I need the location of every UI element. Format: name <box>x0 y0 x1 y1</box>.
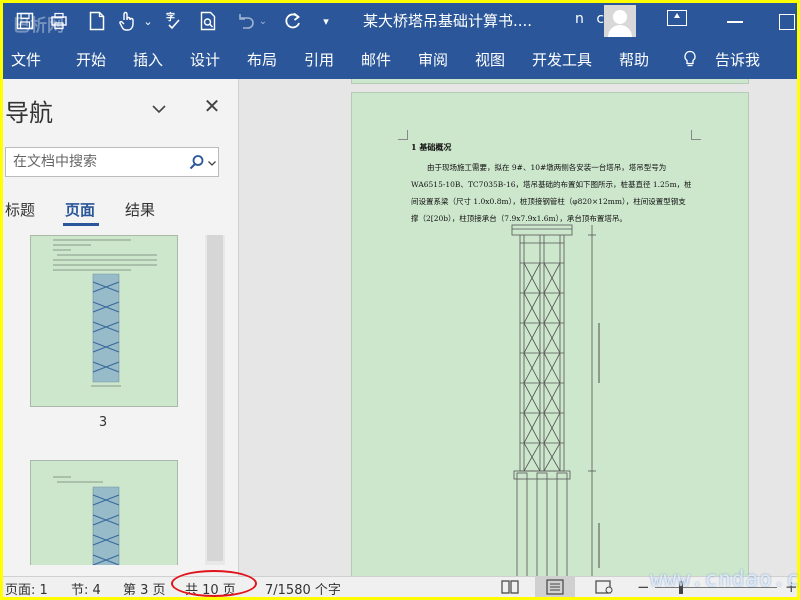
print-layout-icon <box>546 579 564 595</box>
tab-home[interactable]: 开始 <box>76 49 106 70</box>
status-page-of[interactable]: 第 3 页 <box>123 579 166 597</box>
page-thumbnail[interactable] <box>30 235 178 407</box>
tab-file[interactable]: 文件 <box>11 49 41 70</box>
status-word-count[interactable]: 7/1580 个字 <box>265 579 341 597</box>
redo-icon[interactable] <box>281 7 305 35</box>
tab-layout[interactable]: 布局 <box>247 49 277 70</box>
read-mode-icon[interactable] <box>501 580 519 594</box>
scrollbar-thumb[interactable] <box>207 235 223 561</box>
customize-toolbar-icon[interactable]: ▾ <box>319 7 333 35</box>
find-document-icon[interactable] <box>197 7 221 35</box>
word-window: ⌄ 字 ⌄ ▾ 巴析网 某大桥塔吊基础计算书.... n c 文件 开始 插入 … <box>3 3 797 597</box>
spelling-check-icon[interactable]: 字 <box>163 7 189 35</box>
paragraph-line: WA6515-10B、TC7035B-16，塔吊基础的布置如下图所示，桩基直径 … <box>411 180 691 189</box>
avatar[interactable] <box>604 5 636 37</box>
print-layout-button[interactable] <box>535 577 575 597</box>
nav-tab-headings[interactable]: 标题 <box>5 199 35 220</box>
touch-mode-icon[interactable] <box>115 7 139 35</box>
tab-help[interactable]: 帮助 <box>619 49 649 70</box>
nav-scrollbar[interactable] <box>205 235 225 565</box>
crop-mark <box>691 130 701 140</box>
new-document-icon[interactable] <box>85 7 109 35</box>
nav-tab-pages[interactable]: 页面 <box>65 199 95 220</box>
svg-text:字: 字 <box>166 11 175 22</box>
tab-review[interactable]: 审阅 <box>418 49 448 70</box>
tab-design[interactable]: 设计 <box>190 49 220 70</box>
section-heading: 1 基础概况 <box>411 142 452 152</box>
tell-me-search[interactable]: 告诉我 <box>715 49 760 70</box>
search-input[interactable] <box>6 148 184 176</box>
chevron-down-icon[interactable] <box>151 101 167 117</box>
tab-view[interactable]: 视图 <box>475 49 505 70</box>
paragraph-line: 由于现场施工需要，拟在 9#、10#墩两侧各安装一台塔吊，塔吊型号为 <box>427 163 667 172</box>
undo-dropdown-icon[interactable]: ⌄ <box>257 7 269 35</box>
undo-icon[interactable] <box>233 7 257 35</box>
nav-pane-title: 导航 <box>5 99 53 127</box>
page-thumbnails: 3 <box>3 235 205 565</box>
status-page[interactable]: 页面: 1 <box>5 579 48 597</box>
tab-references[interactable]: 引用 <box>304 49 334 70</box>
tab-developer[interactable]: 开发工具 <box>532 49 592 70</box>
nav-tab-results[interactable]: 结果 <box>125 199 155 220</box>
page-thumbnail[interactable] <box>30 460 178 565</box>
tab-mailings[interactable]: 邮件 <box>361 49 391 70</box>
zoom-out-button[interactable]: − <box>637 578 650 596</box>
ribbon-tab-bar: 文件 开始 插入 设计 布局 引用 邮件 审阅 视图 开发工具 帮助 告诉我 <box>3 39 797 79</box>
title-bar: ⌄ 字 ⌄ ▾ 巴析网 某大桥塔吊基础计算书.... n c <box>3 3 797 39</box>
nav-search-box[interactable] <box>5 147 219 177</box>
close-icon[interactable]: ✕ <box>203 96 221 116</box>
document-page[interactable]: 1 基础概况 由于现场施工需要，拟在 9#、10#墩两侧各安装一台塔吊，塔吊型号… <box>351 92 749 576</box>
previous-page-edge <box>351 79 749 84</box>
site-watermark: www.cndao.com <box>650 567 800 591</box>
navigation-pane: 导航 ✕ 标题 页面 结果 <box>3 79 239 576</box>
tower-crane-foundation-drawing <box>511 224 600 576</box>
ribbon-display-options-icon[interactable] <box>667 10 687 26</box>
web-layout-icon[interactable] <box>595 580 613 594</box>
document-canvas[interactable]: 1 基础概况 由于现场施工需要，拟在 9#、10#墩两侧各安装一台塔吊，塔吊型号… <box>240 79 797 576</box>
active-tab-indicator <box>63 223 99 226</box>
watermark-overlay: 巴析网 <box>13 16 64 36</box>
lightbulb-icon[interactable] <box>683 50 697 68</box>
minimize-button[interactable] <box>723 7 749 35</box>
search-icon[interactable] <box>189 154 205 170</box>
chevron-down-icon[interactable]: ⌄ <box>141 7 155 35</box>
status-section[interactable]: 节: 4 <box>71 579 101 597</box>
chevron-down-icon[interactable] <box>207 158 217 168</box>
crop-mark <box>398 130 408 140</box>
paragraph-line: 间设置系梁（尺寸 1.0x0.8m），桩顶接钢管柱（φ820×12mm），柱间设… <box>411 197 686 206</box>
tab-insert[interactable]: 插入 <box>133 49 163 70</box>
document-title: 某大桥塔吊基础计算书.... <box>363 12 533 30</box>
highlight-annotation <box>171 570 257 597</box>
maximize-button[interactable] <box>773 7 797 35</box>
thumbnail-page-number: 3 <box>98 415 108 430</box>
